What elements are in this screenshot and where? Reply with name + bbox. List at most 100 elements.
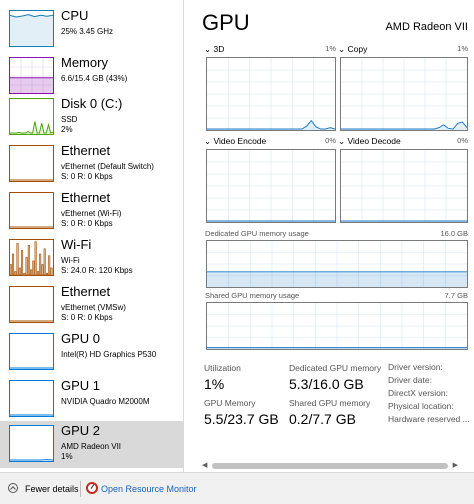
usage-bar	[34, 241, 37, 275]
sidebar-item-detail: Wi-Fi	[61, 256, 80, 265]
sidebar-item-gpu-0[interactable]: GPU 0 Intel(R) HD Graphics P530	[0, 329, 184, 376]
usage-bar	[16, 243, 19, 275]
usage-bar	[30, 269, 33, 275]
memory-usage-area	[207, 271, 467, 287]
sidebar-item-ethernet-default-switch[interactable]: Ethernet vEthernet (Default Switch) S: 0…	[0, 141, 184, 188]
sidebar-item-detail: SSD	[61, 115, 78, 124]
sidebar-item-title: Ethernet	[61, 190, 111, 205]
gpu-sparkline	[10, 367, 53, 369]
sidebar-item-title: Disk 0 (C:)	[61, 96, 123, 111]
engine-graph-line	[207, 58, 335, 130]
sidebar-item-title: GPU 0	[61, 331, 101, 346]
dedicated-memory-graph	[206, 240, 468, 288]
sidebar-item-detail-2: S: 24.0 R: 120 Kbps	[61, 266, 133, 275]
usage-bar	[10, 264, 12, 275]
dedicated-gpu-memory-label: Dedicated GPU memory	[289, 363, 382, 373]
sidebar: CPU 25% 3.45 GHz Memory 6.6/15.4 GB (43%…	[0, 0, 184, 472]
sidebar-item-detail: Intel(R) HD Graphics P530	[61, 350, 157, 359]
sidebar-item-disk[interactable]: Disk 0 (C:) SSD 2%	[0, 94, 184, 141]
usage-bar	[18, 267, 21, 275]
engine-selector-video-decode[interactable]: ⌄ Video Decode	[338, 136, 401, 146]
sidebar-item-detail-2: 2%	[61, 125, 73, 134]
usage-line	[10, 121, 53, 134]
sidebar-item-wifi[interactable]: Wi-Fi Wi-Fi S: 24.0 R: 120 Kbps	[0, 235, 184, 282]
horizontal-scrollbar[interactable]: ◀ ▶	[202, 462, 458, 470]
shared-memory-max: 7.7 GB	[444, 291, 468, 300]
chevron-up-icon[interactable]	[8, 483, 18, 493]
engine-name: Video Encode	[213, 136, 267, 146]
gpu-sparkline	[10, 414, 53, 416]
disk-thumbnail-graph	[9, 98, 54, 135]
usage-bar	[36, 271, 39, 275]
resource-monitor-icon[interactable]	[86, 482, 98, 494]
usage-bar	[11, 253, 15, 275]
footer-bar: Fewer details Open Resource Monitor	[0, 472, 474, 504]
open-resource-monitor-link[interactable]: Open Resource Monitor	[101, 484, 197, 495]
engine-graph-3d	[206, 57, 336, 131]
ethernet-sparkline	[10, 179, 53, 181]
sidebar-item-gpu-1[interactable]: GPU 1 NVIDIA Quadro M2000M	[0, 376, 184, 423]
engine-graph-copy	[340, 57, 468, 131]
scroll-right-icon[interactable]: ▶	[453, 462, 458, 470]
directx-version-label: DirectX version:	[388, 388, 448, 398]
fewer-details-button[interactable]: Fewer details	[25, 484, 79, 495]
sidebar-item-detail-2: S: 0 R: 0 Kbps	[61, 172, 113, 181]
engine-graph-line	[341, 58, 467, 130]
sidebar-item-detail: vEthernet (VMSw)	[61, 303, 126, 312]
usage-bar	[45, 272, 48, 275]
gpu-memory-label: GPU Memory	[204, 398, 256, 408]
usage-bar	[41, 264, 44, 275]
sidebar-item-gpu-2[interactable]: GPU 2 AMD Radeon VII 1%	[0, 421, 184, 468]
usage-bar	[48, 255, 51, 275]
shared-memory-graph	[206, 302, 468, 350]
scrollbar-thumb[interactable]	[212, 463, 448, 469]
engine-percent: 1%	[325, 44, 336, 53]
sidebar-item-detail: vEthernet (Wi-Fi)	[61, 209, 122, 218]
dedicated-memory-label: Dedicated GPU memory usage	[205, 229, 309, 238]
sidebar-item-ethernet-wifi[interactable]: Ethernet vEthernet (Wi-Fi) S: 0 R: 0 Kbp…	[0, 188, 184, 235]
usage-bar	[39, 253, 42, 275]
usage-bar	[21, 250, 24, 275]
sidebar-item-detail: 6.6/15.4 GB (43%)	[61, 74, 128, 83]
utilization-label: Utilization	[204, 363, 241, 373]
driver-version-label: Driver version:	[388, 362, 443, 372]
sidebar-item-detail-2: S: 0 R: 0 Kbps	[61, 219, 113, 228]
engine-selector-video-encode[interactable]: ⌄ Video Encode	[204, 136, 266, 146]
cpu-sparkline	[10, 14, 53, 46]
sidebar-item-title: Memory	[61, 55, 108, 70]
engine-selector-3d[interactable]: ⌄ 3D	[204, 44, 224, 54]
ethernet-thumbnail-graph	[9, 145, 54, 182]
gpu-thumbnail-graph	[9, 380, 54, 417]
sidebar-item-title: GPU 2	[61, 423, 101, 438]
sidebar-item-ethernet-vmsw[interactable]: Ethernet vEthernet (VMSw) S: 0 R: 0 Kbps	[0, 282, 184, 329]
shared-gpu-memory-value: 0.2/7.7 GB	[289, 411, 356, 427]
engine-selector-copy[interactable]: ⌄ Copy	[338, 44, 367, 54]
memory-thumbnail-graph	[9, 57, 54, 94]
usage-bar	[50, 267, 53, 275]
shared-memory-label: Shared GPU memory usage	[205, 291, 300, 300]
usage-bar	[32, 260, 35, 275]
scroll-left-icon[interactable]: ◀	[202, 462, 207, 470]
wifi-thumbnail-graph	[9, 239, 54, 276]
sidebar-item-title: Ethernet	[61, 284, 111, 299]
ethernet-sparkline	[10, 226, 53, 228]
engine-name: Video Decode	[347, 136, 401, 146]
gpu-sparkline	[10, 459, 53, 461]
ethernet-sparkline	[10, 320, 53, 322]
sidebar-item-detail: AMD Radeon VII	[61, 442, 122, 451]
wifi-sparkline	[10, 241, 53, 275]
gpu-detail-panel: GPU AMD Radeon VII ⌄ 3D 1% ⌄ Copy 1% ⌄ V…	[186, 0, 474, 472]
usage-bar	[25, 257, 28, 275]
sidebar-item-cpu[interactable]: CPU 25% 3.45 GHz	[0, 6, 184, 53]
sidebar-item-memory[interactable]: Memory 6.6/15.4 GB (43%)	[0, 53, 184, 100]
ethernet-thumbnail-graph	[9, 286, 54, 323]
usage-bar	[43, 248, 46, 275]
utilization-value: 1%	[204, 376, 225, 392]
usage-bar	[14, 271, 17, 275]
physical-location-label: Physical location:	[388, 401, 454, 411]
sidebar-item-detail: vEthernet (Default Switch)	[61, 162, 154, 171]
usage-bar	[27, 244, 30, 275]
sidebar-item-detail: 25% 3.45 GHz	[61, 27, 114, 36]
dedicated-gpu-memory-value: 5.3/16.0 GB	[289, 376, 364, 392]
cpu-thumbnail-graph	[9, 10, 54, 47]
